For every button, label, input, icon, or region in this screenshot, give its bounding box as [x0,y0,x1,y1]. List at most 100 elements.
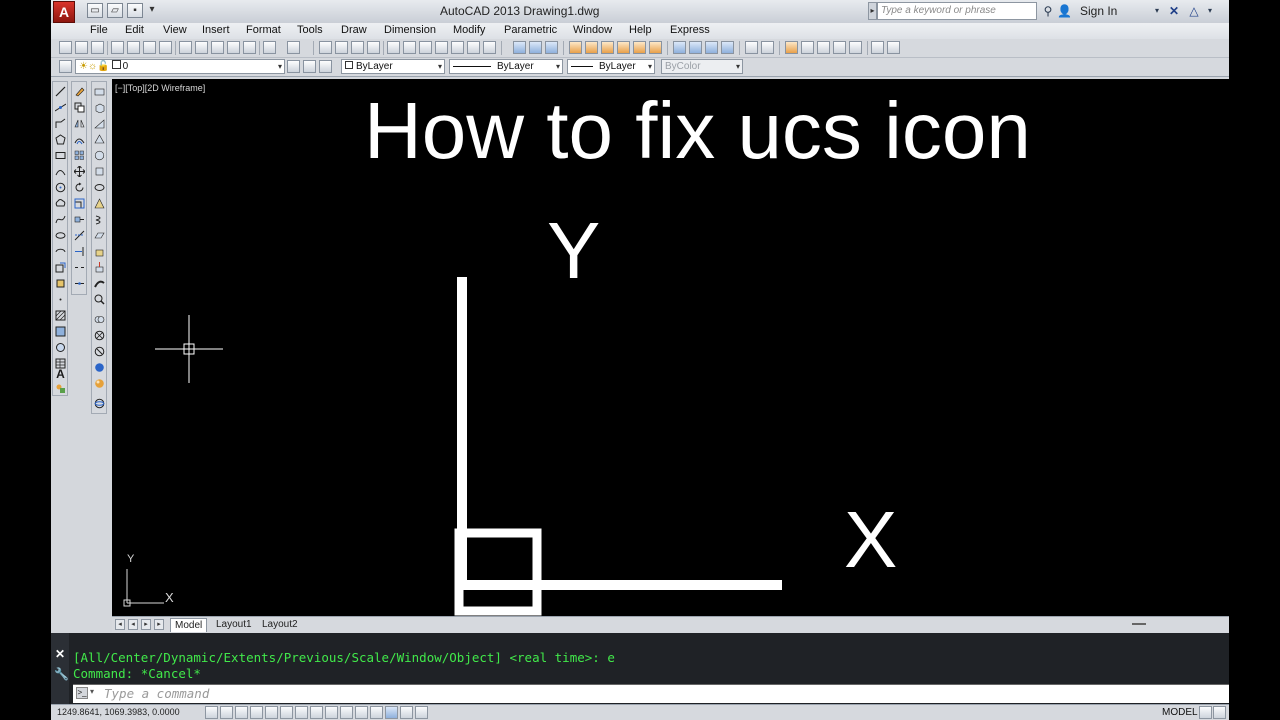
menu-insert[interactable]: Insert [200,24,232,36]
new-file-icon[interactable]: ▭ [87,3,103,18]
zoom-previous-icon[interactable] [367,41,380,54]
customize-wrench-icon[interactable]: 🔧 [54,667,69,681]
presspull-icon[interactable] [94,262,105,273]
binoculars-icon[interactable]: ⚲ [1041,3,1055,19]
sign-in-button[interactable]: Sign In [1080,4,1117,18]
plot-preview-icon[interactable] [127,41,140,54]
command-line-handle[interactable]: ✕ 🔧 [51,633,69,705]
sphere-icon[interactable] [94,150,105,161]
quickcalc-icon[interactable] [467,41,480,54]
save-icon[interactable]: ▪ [127,3,143,18]
gradient-icon[interactable] [55,326,66,337]
recent-commands-dropdown-icon[interactable]: ▾ [90,687,94,696]
rotate-icon[interactable] [74,182,85,193]
viewport-controls[interactable]: [−][Top][2D Wireframe] [115,83,205,93]
ucs-world-icon[interactable] [689,41,702,54]
revision-cloud-icon[interactable] [55,198,66,209]
pan-icon[interactable] [319,41,332,54]
3d-orbit-icon[interactable] [94,398,105,409]
open-icon[interactable] [75,41,88,54]
match-properties-icon[interactable] [227,41,240,54]
rectangle-icon[interactable] [55,150,66,161]
application-menu-button[interactable]: A [53,1,75,23]
ucs-icon[interactable] [673,41,686,54]
construction-line-icon[interactable] [55,102,66,113]
undo-icon[interactable] [263,41,276,54]
box-icon[interactable] [94,102,105,113]
layer-properties-icon[interactable] [59,60,72,73]
help-dropdown-icon[interactable]: ▾ [1205,3,1215,19]
polygon-icon[interactable] [55,134,66,145]
previous-tab-icon[interactable]: ◂ [128,619,138,630]
sweep-icon[interactable] [94,278,105,289]
infer-constraints-icon[interactable] [205,706,218,719]
multiline-text-icon[interactable]: A [55,368,66,380]
tool-palettes-icon[interactable] [419,41,432,54]
lineweight-dropdown[interactable]: ByLayer ▾ [567,59,655,74]
stretch-icon[interactable] [74,214,85,225]
lineweight-toggle-icon[interactable] [355,706,368,719]
ucs-previous-icon[interactable] [705,41,718,54]
coordinate-readout[interactable]: 1249.8641, 1069.3983, 0.0000 [57,707,180,717]
pyramid-icon[interactable] [94,198,105,209]
open-file-icon[interactable]: ▱ [107,3,123,18]
cone-icon[interactable] [94,134,105,145]
drawing-canvas[interactable]: [−][Top][2D Wireframe] How to fix ucs ic… [112,79,1229,616]
menu-file[interactable]: File [88,24,110,36]
join-icon[interactable] [74,278,85,289]
lights-icon[interactable] [801,41,814,54]
menu-modify[interactable]: Modify [451,24,487,36]
transparency-icon[interactable] [370,706,383,719]
layer-isolate-icon[interactable] [569,41,582,54]
subtract-icon[interactable] [94,330,105,341]
menu-draw[interactable]: Draw [339,24,369,36]
layer-lock-icon[interactable] [633,41,646,54]
next-tab-icon[interactable]: ▸ [141,619,151,630]
dimension-arc-icon[interactable] [545,41,558,54]
layer-unisolate-icon[interactable] [585,41,598,54]
3d-sphere-blue-icon[interactable] [94,362,105,373]
hatch-icon[interactable] [55,310,66,321]
layer-previous-icon[interactable] [303,60,316,73]
polysolid-icon[interactable] [94,86,105,97]
model-space-toggle[interactable]: MODEL [1162,707,1198,718]
ellipse-icon[interactable] [55,230,66,241]
move-icon[interactable] [74,166,85,177]
last-tab-icon[interactable]: ▸ [154,619,164,630]
intersect-icon[interactable] [94,346,105,357]
torus-icon[interactable] [94,182,105,193]
properties-icon[interactable] [387,41,400,54]
make-block-icon[interactable] [55,278,66,289]
exchange-icon[interactable]: ✕ [1167,3,1181,19]
tab-model[interactable]: Model [170,618,208,632]
zoom-window-icon[interactable] [351,41,364,54]
quick-properties-icon[interactable] [385,706,398,719]
layer-freeze-icon[interactable] [601,41,614,54]
make-current-icon[interactable] [287,60,300,73]
dynamic-input-icon[interactable] [340,706,353,719]
cylinder-icon[interactable] [94,166,105,177]
sheet-set-icon[interactable] [435,41,448,54]
selection-cycling-icon[interactable] [400,706,413,719]
menu-tools[interactable]: Tools [295,24,325,36]
publish-icon[interactable] [143,41,156,54]
region-icon[interactable] [55,342,66,353]
point-icon[interactable] [55,294,66,305]
material-sphere-icon[interactable] [94,378,105,389]
circle-icon[interactable] [55,182,66,193]
first-tab-icon[interactable]: ◂ [115,619,125,630]
ucs-face-icon[interactable] [721,41,734,54]
zoom-realtime-icon[interactable] [335,41,348,54]
dimension-icon[interactable] [513,41,526,54]
menu-edit[interactable]: Edit [123,24,146,36]
quick-view-layouts-icon[interactable] [1199,706,1212,719]
dimension-aligned-icon[interactable] [529,41,542,54]
viewports-icon[interactable] [871,41,884,54]
erase-icon[interactable] [74,86,85,97]
planar-surface-icon[interactable] [94,230,105,241]
close-icon[interactable]: ✕ [55,647,65,661]
layer-match-icon[interactable] [649,41,662,54]
layer-off-icon[interactable] [617,41,630,54]
object-snap-icon[interactable] [280,706,293,719]
extend-icon[interactable] [74,246,85,257]
